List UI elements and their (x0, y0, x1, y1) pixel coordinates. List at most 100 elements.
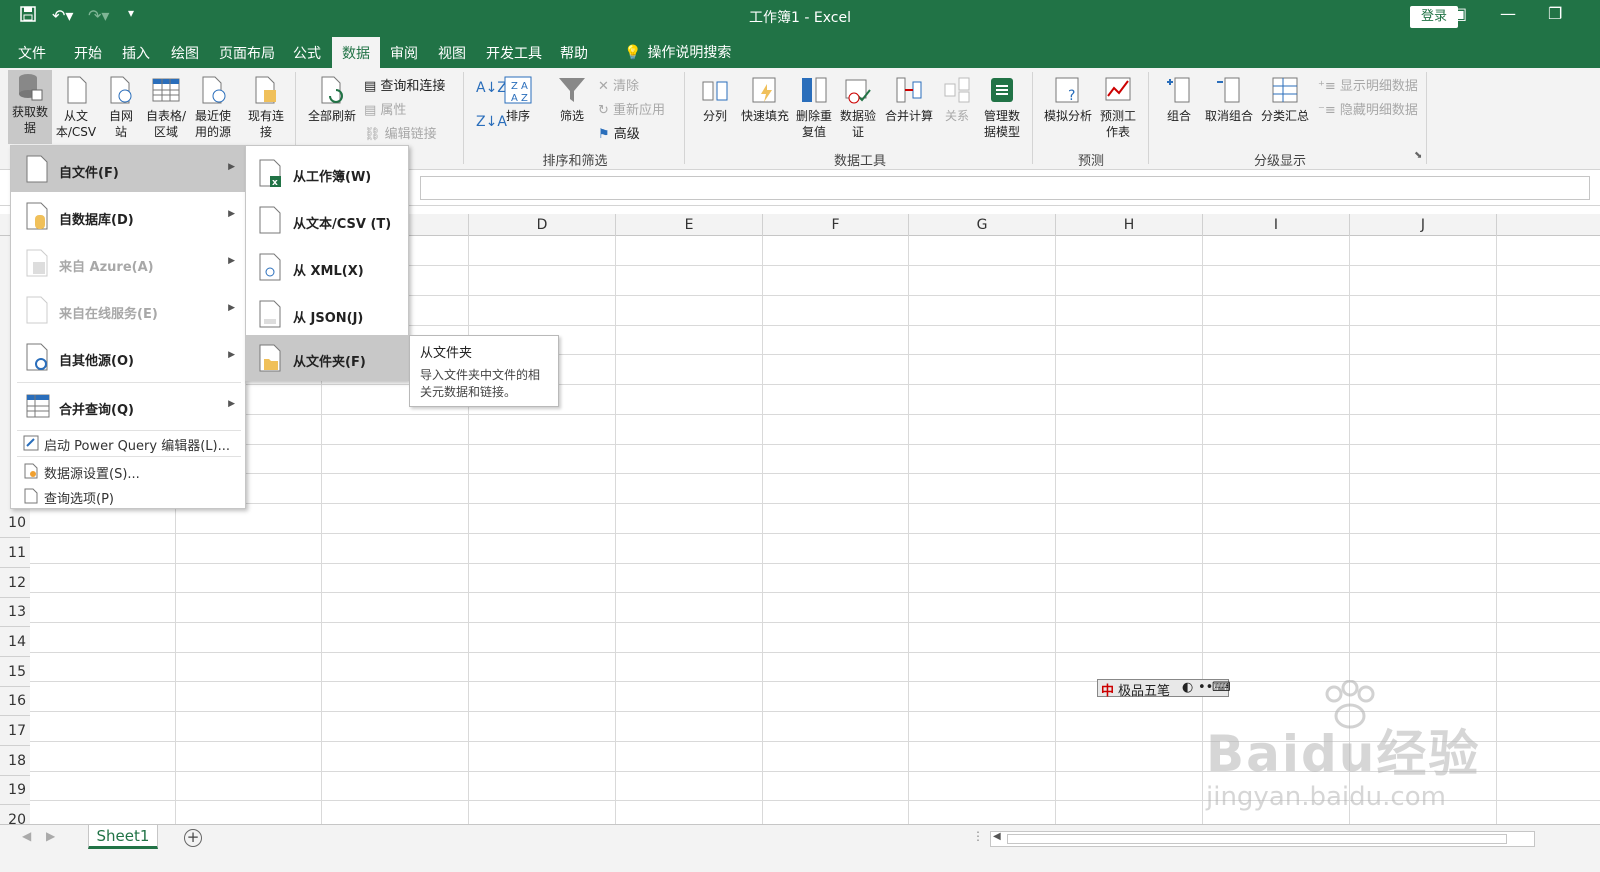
row-header-18[interactable]: 18 (0, 746, 30, 776)
tab-view[interactable]: 视图 (438, 43, 466, 63)
tab-home[interactable]: 开始 (74, 43, 102, 63)
from-table-button[interactable]: 自表格/区域 (144, 74, 188, 140)
text-to-columns-button[interactable]: 分列 (696, 74, 734, 124)
column-header-h[interactable]: H (1056, 214, 1203, 236)
submenu-item-from-text-csv[interactable]: 从文本/CSV (T) (246, 197, 408, 243)
row-header-13[interactable]: 13 (0, 598, 30, 627)
row-header-12[interactable]: 12 (0, 568, 30, 598)
status-bar (0, 852, 1600, 872)
column-header-k[interactable] (1497, 214, 1600, 236)
row-header-14[interactable]: 14 (0, 627, 30, 657)
subtotal-button[interactable]: 分类汇总 (1258, 74, 1312, 124)
svg-text:Z A: Z A (511, 81, 528, 92)
filter-button[interactable]: 筛选 (554, 74, 590, 124)
tab-page-layout[interactable]: 页面布局 (219, 43, 275, 63)
menu-item-launch-power-query[interactable]: 启动 Power Query 编辑器(L)... (11, 430, 245, 456)
from-web-button[interactable]: 自网站 (104, 74, 138, 140)
submenu-item-from-workbook[interactable]: x 从工作簿(W) (246, 150, 408, 196)
gridline (30, 503, 1600, 504)
next-sheet-icon[interactable]: ▶ (46, 829, 55, 843)
from-text-csv-label: 从文本/CSV (55, 109, 97, 139)
manage-data-model-button[interactable]: 管理数据模型 (980, 74, 1024, 140)
ungroup-button[interactable]: 取消组合 (1202, 74, 1256, 124)
refresh-all-button[interactable]: 全部刷新 (304, 74, 360, 124)
column-header-g[interactable]: G (909, 214, 1056, 236)
split-handle-icon[interactable]: ⋮ (972, 829, 984, 843)
ime-toolbar[interactable]: 中 极品五笔 ◐ •• ⌨ (1097, 679, 1231, 699)
menu-item-from-database[interactable]: 自数据库(D) ▶ (11, 193, 245, 239)
from-text-csv-button[interactable]: 从文本/CSV (54, 74, 98, 140)
dialog-launcher-icon[interactable]: ⬊ (1414, 150, 1422, 161)
minimize-icon[interactable]: — (1500, 4, 1516, 23)
scroll-left-icon[interactable]: ◀ (993, 831, 1001, 842)
row-header-17[interactable]: 17 (0, 716, 30, 746)
column-header-j[interactable]: J (1350, 214, 1497, 236)
menu-item-data-source-settings[interactable]: 数据源设置(S)... (11, 458, 245, 484)
existing-connections-button[interactable]: 现有连接 (246, 74, 286, 140)
column-header-d[interactable]: D (469, 214, 616, 236)
menu-item-label: 数据源设置(S)... (44, 467, 140, 482)
row-header-11[interactable]: 11 (0, 538, 30, 568)
consolidate-button[interactable]: 合并计算 (882, 74, 936, 124)
formula-input[interactable] (420, 176, 1590, 200)
outline-group-label: 分级显示 (1253, 154, 1306, 169)
submenu-item-from-xml[interactable]: 从 XML(X) (246, 244, 408, 290)
column-header-i[interactable]: I (1203, 214, 1350, 236)
tab-developer[interactable]: 开发工具 (486, 43, 542, 63)
tab-draw[interactable]: 绘图 (171, 43, 199, 63)
tab-formulas[interactable]: 公式 (293, 43, 321, 63)
web-icon (110, 76, 132, 104)
watermark-main-text: Baidu经验 (1206, 725, 1481, 783)
recent-sources-label: 最近使用的源 (194, 109, 231, 139)
row-header-10[interactable]: 10 (0, 509, 30, 538)
tab-help[interactable]: 帮助 (560, 43, 588, 63)
scroll-thumb[interactable] (1007, 834, 1507, 844)
keyboard-icon[interactable]: ⌨ (1212, 680, 1231, 695)
menu-item-query-options[interactable]: 查询选项(P) (11, 483, 245, 509)
manage-data-model-label: 管理数据模型 (983, 109, 1020, 139)
other-sources-icon (26, 343, 48, 371)
login-button[interactable]: 登录 (1410, 6, 1458, 28)
remove-duplicates-button[interactable]: 删除重复值 (794, 74, 834, 140)
menu-item-combine-queries[interactable]: 合并查询(Q) ▶ (11, 383, 245, 429)
row-header-15[interactable]: 15 (0, 657, 30, 687)
horizontal-scrollbar[interactable]: ◀ (990, 831, 1535, 847)
what-if-analysis-button[interactable]: ? 模拟分析 (1040, 74, 1096, 124)
gridline (30, 414, 1600, 415)
tab-file[interactable]: 文件 (18, 43, 46, 63)
data-tools-group-label: 数据工具 (833, 154, 886, 169)
add-sheet-button[interactable]: + (184, 829, 202, 847)
advanced-button[interactable]: ⚑ 高级 (598, 123, 640, 142)
column-header-e[interactable]: E (616, 214, 763, 236)
forecast-sheet-button[interactable]: 预测工作表 (1098, 74, 1138, 140)
submenu-item-from-folder[interactable]: 从文件夹(F) (246, 335, 408, 381)
sort-button[interactable]: Z AA Z 排序 (500, 74, 536, 124)
restore-icon[interactable]: ❐ (1548, 4, 1562, 23)
column-header-f[interactable]: F (763, 214, 909, 236)
group-button[interactable]: 组合 (1160, 74, 1198, 124)
flash-fill-button[interactable]: 快速填充 (738, 74, 792, 124)
menu-item-from-file[interactable]: 自文件(F) ▶ (11, 146, 245, 192)
advanced-label: 高级 (613, 127, 640, 142)
data-validation-button[interactable]: 数据验证 (838, 74, 878, 140)
tab-insert[interactable]: 插入 (122, 43, 150, 63)
get-data-button[interactable]: 获取数据 (8, 70, 52, 144)
moon-icon[interactable]: ◐ (1182, 680, 1193, 695)
sheet-tab-sheet1[interactable]: Sheet1 (88, 825, 158, 849)
menu-item-from-other-sources[interactable]: 自其他源(O) ▶ (11, 334, 245, 380)
gridline (30, 592, 1600, 593)
tab-data[interactable]: 数据 (332, 37, 380, 68)
row-header-19[interactable]: 19 (0, 776, 30, 805)
ribbon-display-icon[interactable]: ▣ (1452, 4, 1467, 23)
prev-sheet-icon[interactable]: ◀ (22, 829, 31, 843)
tab-review[interactable]: 审阅 (390, 43, 418, 63)
ribbon-tabs: 文件 开始 插入 绘图 页面布局 公式 数据 审阅 视图 开发工具 帮助 💡 操作… (0, 34, 1600, 68)
submenu-item-from-json[interactable]: 从 JSON(J) (246, 291, 408, 337)
recent-sources-button[interactable]: 最近使用的源 (190, 74, 236, 140)
queries-connections-button[interactable]: ▤ 查询和连接 (364, 75, 445, 94)
advanced-filter-icon: ⚑ (598, 127, 614, 142)
group-separator (463, 72, 464, 164)
row-header-16[interactable]: 16 (0, 687, 30, 716)
tell-me-search[interactable]: 💡 操作说明搜索 (624, 42, 731, 62)
submenu-item-label: 从文件夹(F) (293, 355, 366, 370)
